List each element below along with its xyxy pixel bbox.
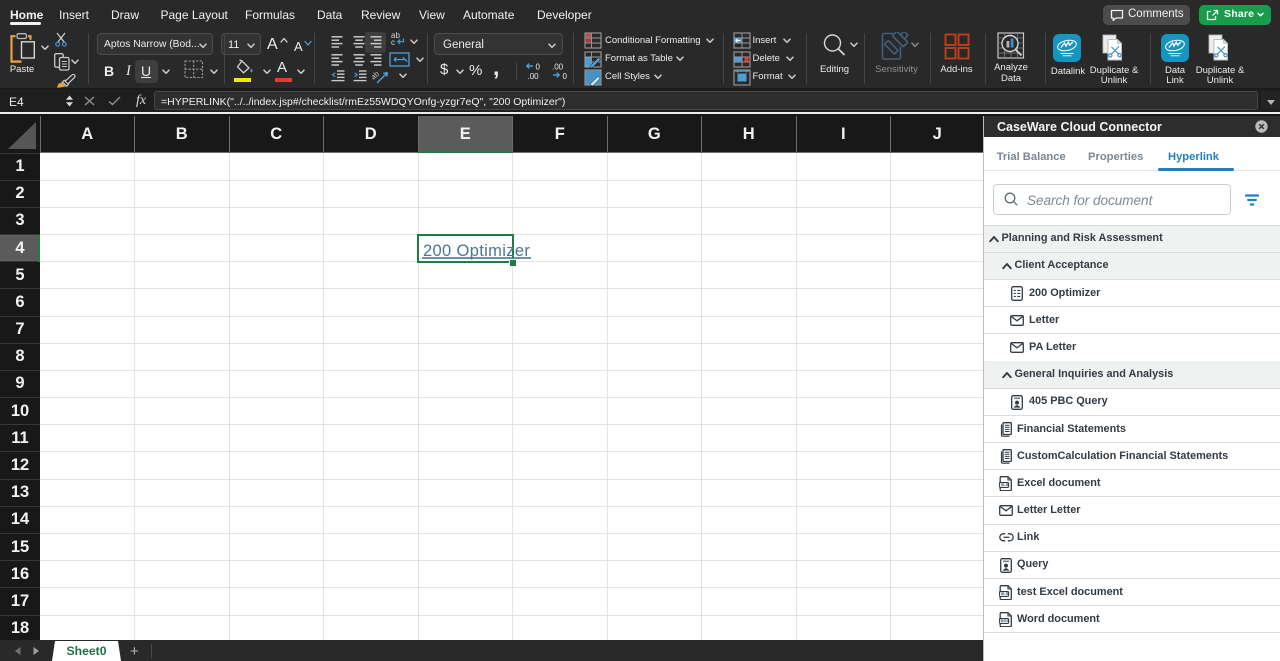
- svg-text:.00: .00: [528, 72, 540, 81]
- svg-text:XLS: XLS: [1001, 483, 1009, 487]
- svg-text:DOC: DOC: [1001, 619, 1010, 623]
- svg-text:.00: .00: [552, 63, 564, 72]
- svg-text:0: 0: [536, 63, 541, 72]
- svg-text:XLS: XLS: [1001, 592, 1009, 596]
- svg-text:0: 0: [563, 72, 568, 81]
